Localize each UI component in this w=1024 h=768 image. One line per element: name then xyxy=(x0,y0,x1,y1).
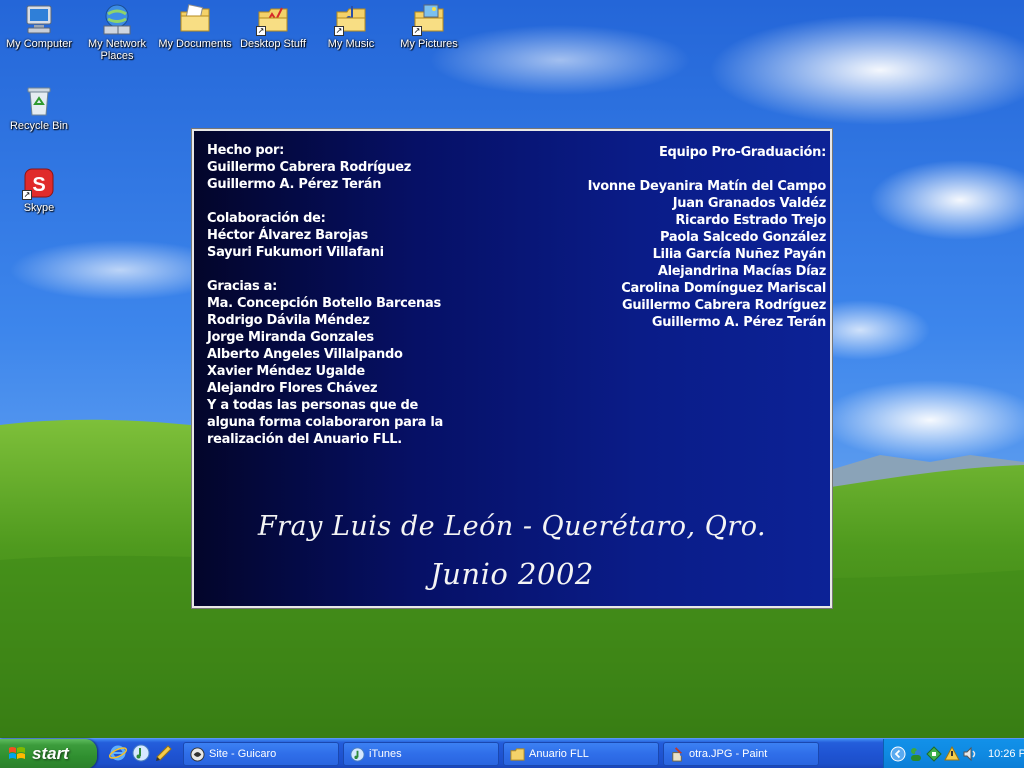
credit-line: alguna forma colaboraron para la xyxy=(207,415,444,430)
shortcut-arrow-icon: ↗ xyxy=(256,26,266,36)
credit-line: Jorge Miranda Gonzales xyxy=(207,330,374,345)
start-label: start xyxy=(32,744,69,763)
folder-documents-icon xyxy=(178,2,212,36)
team-member: Guillermo Cabrera Rodríguez xyxy=(621,298,826,313)
team-member: Ivonne Deyanira Matín del Campo xyxy=(587,179,827,194)
task-label: Anuario FLL xyxy=(529,748,589,760)
credits-left-column: Hecho por: Guillermo Cabrera Rodríguez G… xyxy=(207,142,537,448)
recycle-bin-icon xyxy=(22,84,56,118)
my-computer-icon xyxy=(22,2,56,36)
desktop-icon-my-documents[interactable]: My Documents xyxy=(156,2,234,50)
folder-pictures-icon: ↗ xyxy=(412,2,446,36)
desktop-icon-skype[interactable]: S ↗ Skype xyxy=(0,166,78,214)
credits-right-column: Equipo Pro-Graduación: Ivonne Deyanira M… xyxy=(496,144,827,331)
credit-line: Guillermo A. Pérez Terán xyxy=(207,177,382,192)
volume-icon[interactable] xyxy=(962,746,978,762)
colaboracion-heading: Colaboración de: xyxy=(207,211,326,226)
itunes-icon[interactable] xyxy=(131,743,151,763)
network-places-icon xyxy=(100,2,134,36)
folder-shortcut-icon: ↗ xyxy=(256,2,290,36)
desktop-icon-label: My Pictures xyxy=(400,38,458,50)
credit-line: realización del Anuario FLL. xyxy=(207,432,402,447)
svg-text:S: S xyxy=(32,174,45,196)
team-member: Paola Salcedo González xyxy=(660,230,826,245)
task-label: Site - Guicaro xyxy=(209,748,277,760)
desktop-icon-label: Recycle Bin xyxy=(9,120,69,132)
desktop-icon-label: My Music xyxy=(327,38,375,50)
security-alert-icon[interactable] xyxy=(944,746,960,762)
shortcut-arrow-icon: ↗ xyxy=(22,190,32,200)
image-preview-window[interactable]: Hecho por: Guillermo Cabrera Rodríguez G… xyxy=(192,129,832,608)
paint-icon xyxy=(672,746,683,762)
folder-icon xyxy=(510,747,525,761)
tray-expand-icon[interactable] xyxy=(890,746,906,762)
team-member: Carolina Domínguez Mariscal xyxy=(621,281,826,296)
desktop-icon-my-computer[interactable]: My Computer xyxy=(0,2,78,50)
team-member: Guillermo A. Pérez Terán xyxy=(651,315,826,330)
desktop-icon-label: Desktop Stuff xyxy=(240,38,306,50)
task-label: iTunes xyxy=(369,748,402,760)
shortcut-arrow-icon: ↗ xyxy=(334,26,344,36)
credit-line: Alberto Angeles Villalpando xyxy=(207,347,403,362)
team-member: Lilia García Nuñez Payán xyxy=(652,247,827,262)
clock[interactable]: 10:26 PM xyxy=(988,748,1024,760)
credit-line: Héctor Álvarez Barojas xyxy=(207,228,368,243)
desktop-icon-label: Skype xyxy=(23,202,55,214)
task-itunes[interactable]: iTunes xyxy=(343,742,499,766)
equipo-heading: Equipo Pro-Graduación: xyxy=(658,145,826,160)
messenger-icon[interactable] xyxy=(908,746,924,762)
system-tray: 10:26 PM xyxy=(883,739,1024,768)
desktop-icon-my-music[interactable]: ↗ My Music xyxy=(312,2,390,50)
desktop-icon-network-places[interactable]: My Network Places xyxy=(78,2,156,62)
desktop-icon-my-pictures[interactable]: ↗ My Pictures xyxy=(390,2,468,50)
network-icon[interactable] xyxy=(926,746,942,762)
date-signature: Junio 2002 xyxy=(430,557,594,591)
internet-explorer-icon[interactable] xyxy=(108,743,128,763)
show-desktop-icon[interactable] xyxy=(154,743,174,763)
credit-line: Xavier Méndez Ugalde xyxy=(207,364,365,379)
team-member: Alejandrina Macías Díaz xyxy=(657,264,826,279)
gracias-heading: Gracias a: xyxy=(207,279,278,294)
start-button[interactable]: start xyxy=(0,739,97,768)
web-page-icon xyxy=(190,746,205,762)
desktop-icon-label: My Network Places xyxy=(87,38,147,62)
credit-line: Guillermo Cabrera Rodríguez xyxy=(207,160,412,175)
taskbar: start Site - Guicaro iTunes Anuario FLL … xyxy=(0,738,1024,768)
credit-line: Sayuri Fukumori Villafani xyxy=(207,245,384,260)
skype-icon: S ↗ xyxy=(22,166,56,200)
folder-music-icon: ↗ xyxy=(334,2,368,36)
desktop-icon-desktop-stuff[interactable]: ↗ Desktop Stuff xyxy=(234,2,312,50)
task-label: otra.JPG - Paint xyxy=(689,748,768,760)
task-paint[interactable]: otra.JPG - Paint xyxy=(663,742,819,766)
desktop-icon-recycle-bin[interactable]: Recycle Bin xyxy=(0,84,78,132)
credit-line: Alejandro Flores Chávez xyxy=(207,381,378,396)
task-anuario-fll[interactable]: Anuario FLL xyxy=(503,742,659,766)
desktop-icon-label: My Documents xyxy=(158,38,232,50)
hecho-por-heading: Hecho por: xyxy=(207,143,284,158)
itunes-icon xyxy=(350,746,365,762)
credit-line: Ma. Concepción Botello Barcenas xyxy=(207,296,441,311)
team-member: Ricardo Estrado Trejo xyxy=(675,213,826,228)
task-site-guicaro[interactable]: Site - Guicaro xyxy=(183,742,339,766)
place-signature: Fray Luis de León - Querétaro, Qro. xyxy=(257,511,767,542)
shortcut-arrow-icon: ↗ xyxy=(412,26,422,36)
credit-line: Y a todas las personas que de xyxy=(207,398,419,413)
team-member: Juan Granados Valdéz xyxy=(672,196,827,211)
desktop-icon-label: My Computer xyxy=(5,38,73,50)
credit-line: Rodrigo Dávila Méndez xyxy=(207,313,370,328)
windows-flag-icon xyxy=(9,747,25,759)
